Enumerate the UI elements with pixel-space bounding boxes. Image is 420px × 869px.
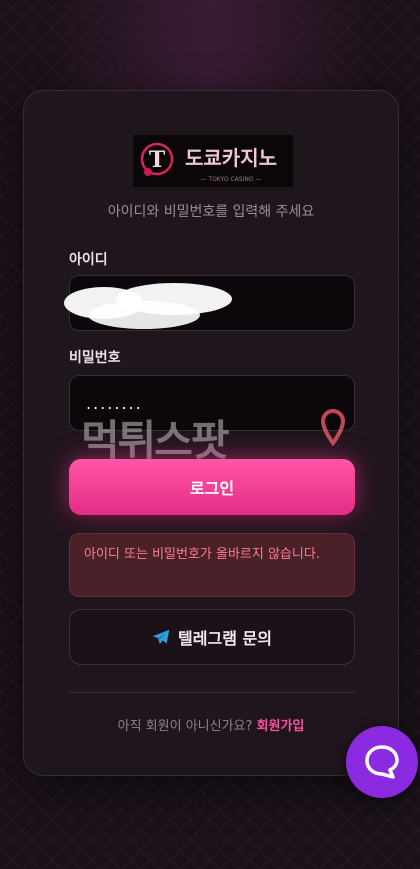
signup-row: 아직 회원이 아니신가요? 회원가입 xyxy=(24,715,398,734)
chat-bubble-icon xyxy=(365,745,399,779)
logo-graphic: T 도쿄카지노 — TOKYO CASINO — xyxy=(140,142,277,183)
login-button[interactable]: 로그인 xyxy=(69,459,355,515)
telegram-inquiry-label: 텔레그램 문의 xyxy=(178,629,272,648)
error-message: 아이디 또는 비밀번호가 올바르지 않습니다. xyxy=(69,533,355,597)
login-card: T 도쿄카지노 — TOKYO CASINO — 아이디와 비밀번호를 입력해 … xyxy=(23,90,399,776)
signup-prompt: 아직 회원이 아니신가요? xyxy=(117,719,253,734)
chat-button[interactable] xyxy=(346,726,418,798)
logo-subtext: — TOKYO CASINO — xyxy=(201,176,262,183)
password-label: 비밀번호 xyxy=(69,350,121,366)
site-logo: T 도쿄카지노 — TOKYO CASINO — xyxy=(133,135,293,187)
logo-letter: T xyxy=(149,147,166,173)
divider xyxy=(69,692,355,693)
logo-text: 도쿄카지노 xyxy=(185,146,277,170)
id-label: 아이디 xyxy=(69,252,108,268)
password-input[interactable] xyxy=(69,375,355,431)
telegram-inquiry-button[interactable]: 텔레그램 문의 xyxy=(69,609,355,665)
telegram-plane-icon xyxy=(152,629,170,645)
signup-link[interactable]: 회원가입 xyxy=(257,719,305,734)
id-input[interactable] xyxy=(69,275,355,331)
login-instruction: 아이디와 비밀번호를 입력해 주세요 xyxy=(107,204,315,220)
